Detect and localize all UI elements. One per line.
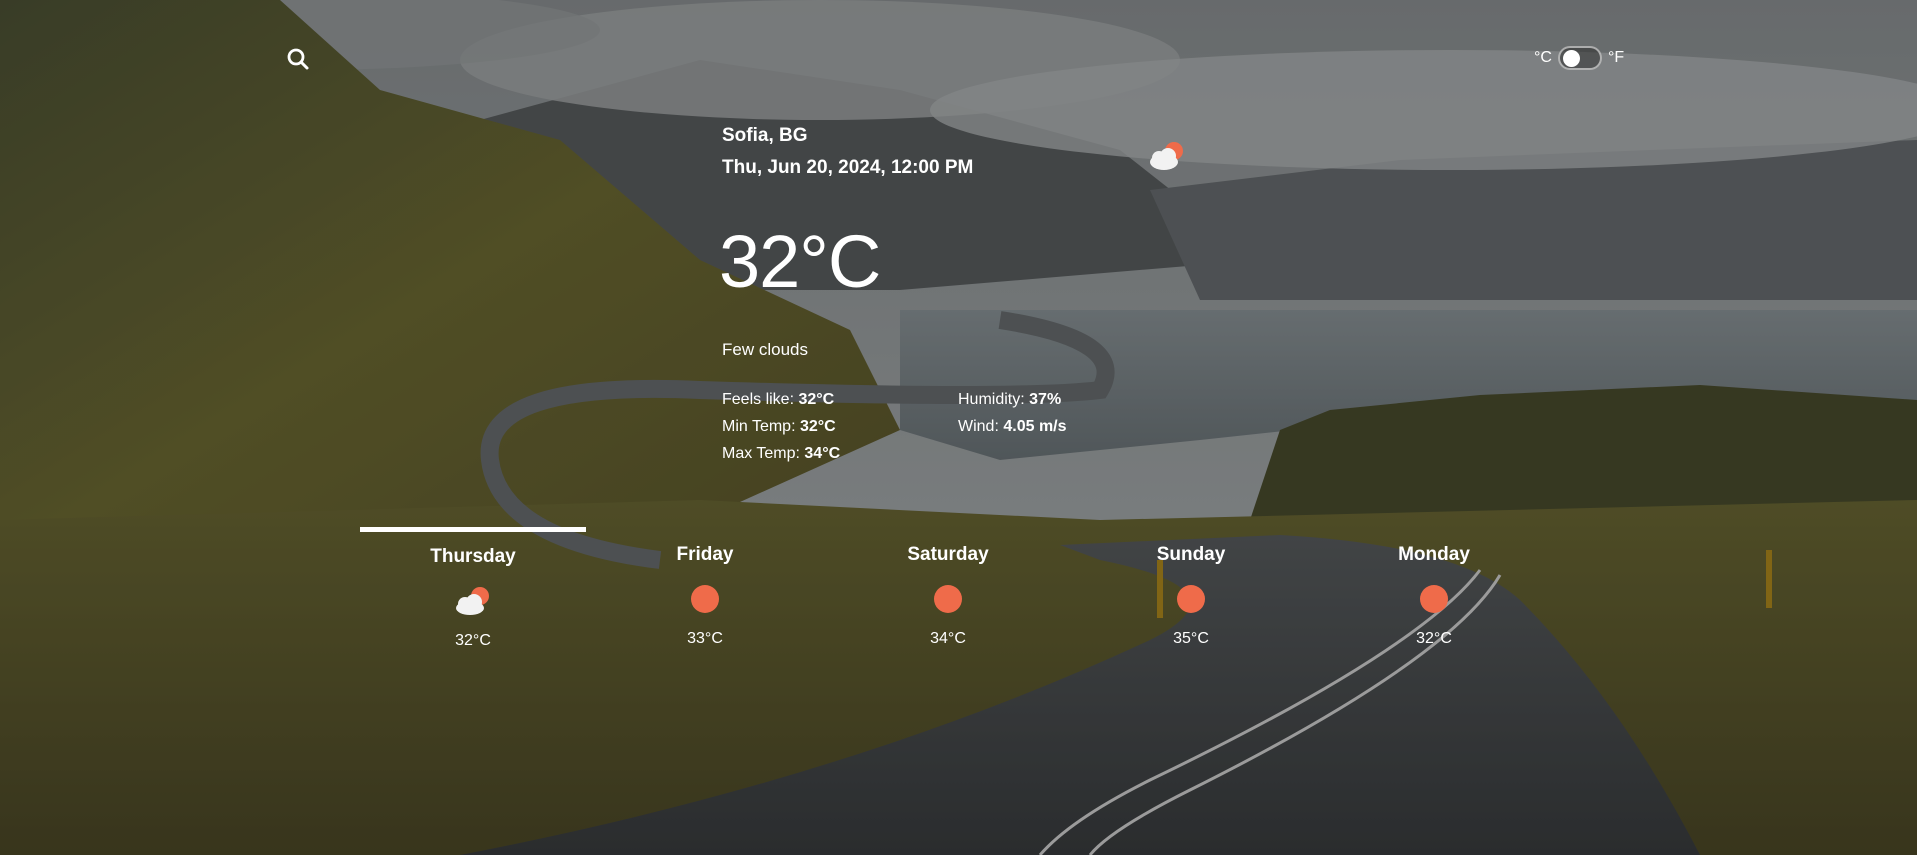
- search-button[interactable]: [283, 44, 313, 74]
- forecast-day-name: Saturday: [907, 544, 989, 565]
- forecast-day-temp: 32°C: [455, 632, 491, 649]
- forecast-day-temp: 32°C: [1416, 630, 1452, 647]
- feels-like-label: Feels like:: [722, 391, 795, 408]
- forecast-day-temp: 33°C: [687, 630, 723, 647]
- weather-description: Few clouds: [722, 340, 808, 359]
- forecast-strip: Thursday 32°C Friday 33°C Saturday 34°C: [350, 524, 1550, 674]
- sun-icon: [691, 585, 719, 613]
- humidity-value: 37%: [1029, 391, 1062, 408]
- max-temp-row: Max Temp: 34°C: [722, 440, 840, 467]
- max-temp-value: 34°C: [804, 445, 841, 462]
- sun-icon: [1177, 585, 1205, 613]
- switch-knob: [1562, 50, 1580, 67]
- sun-icon: [934, 585, 962, 613]
- wind-value: 4.05 m/s: [1003, 418, 1067, 435]
- feels-like-row: Feels like: 32°C: [722, 386, 840, 413]
- current-temperature: 32°C: [719, 220, 881, 303]
- sun-behind-cloud-icon: [1150, 142, 1183, 170]
- current-datetime: Thu, Jun 20, 2024, 12:00 PM: [722, 157, 974, 178]
- forecast-day-temp: 34°C: [930, 630, 966, 647]
- min-temp-label: Min Temp:: [722, 418, 796, 435]
- sun-icon: [1420, 585, 1448, 613]
- humidity-label: Humidity:: [958, 391, 1025, 408]
- details-column-left: Feels like: 32°C Min Temp: 32°C Max Temp…: [722, 386, 840, 467]
- forecast-day-temp: 35°C: [1173, 630, 1209, 647]
- wind-row: Wind: 4.05 m/s: [958, 413, 1067, 440]
- celsius-label: °C: [1534, 49, 1552, 66]
- unit-switch[interactable]: [1557, 46, 1602, 70]
- feels-like-value: 32°C: [798, 391, 835, 408]
- forecast-day-name: Sunday: [1156, 544, 1226, 565]
- active-day-indicator: [360, 527, 586, 532]
- fahrenheit-label: °F: [1607, 49, 1625, 66]
- search-icon: [287, 48, 309, 70]
- forecast-day-name: Monday: [1398, 544, 1470, 565]
- wind-label: Wind:: [958, 418, 999, 435]
- current-weather: Sofia, BG Thu, Jun 20, 2024, 12:00 PM 32…: [719, 124, 1183, 462]
- min-temp-value: 32°C: [799, 418, 836, 435]
- sun-behind-cloud-icon: [456, 587, 489, 615]
- forecast-day-name: Friday: [676, 544, 734, 565]
- details-column-right: Humidity: 37% Wind: 4.05 m/s: [958, 386, 1067, 440]
- unit-toggle: °C °F: [1534, 44, 1624, 72]
- min-temp-row: Min Temp: 32°C: [722, 413, 840, 440]
- humidity-row: Humidity: 37%: [958, 386, 1067, 413]
- max-temp-label: Max Temp:: [722, 445, 800, 462]
- weather-app: °C °F Sofia, BG Thu, Jun 20, 2024, 12:00…: [0, 0, 1917, 855]
- location-name: Sofia, BG: [722, 125, 808, 146]
- forecast-day-name: Thursday: [430, 546, 516, 567]
